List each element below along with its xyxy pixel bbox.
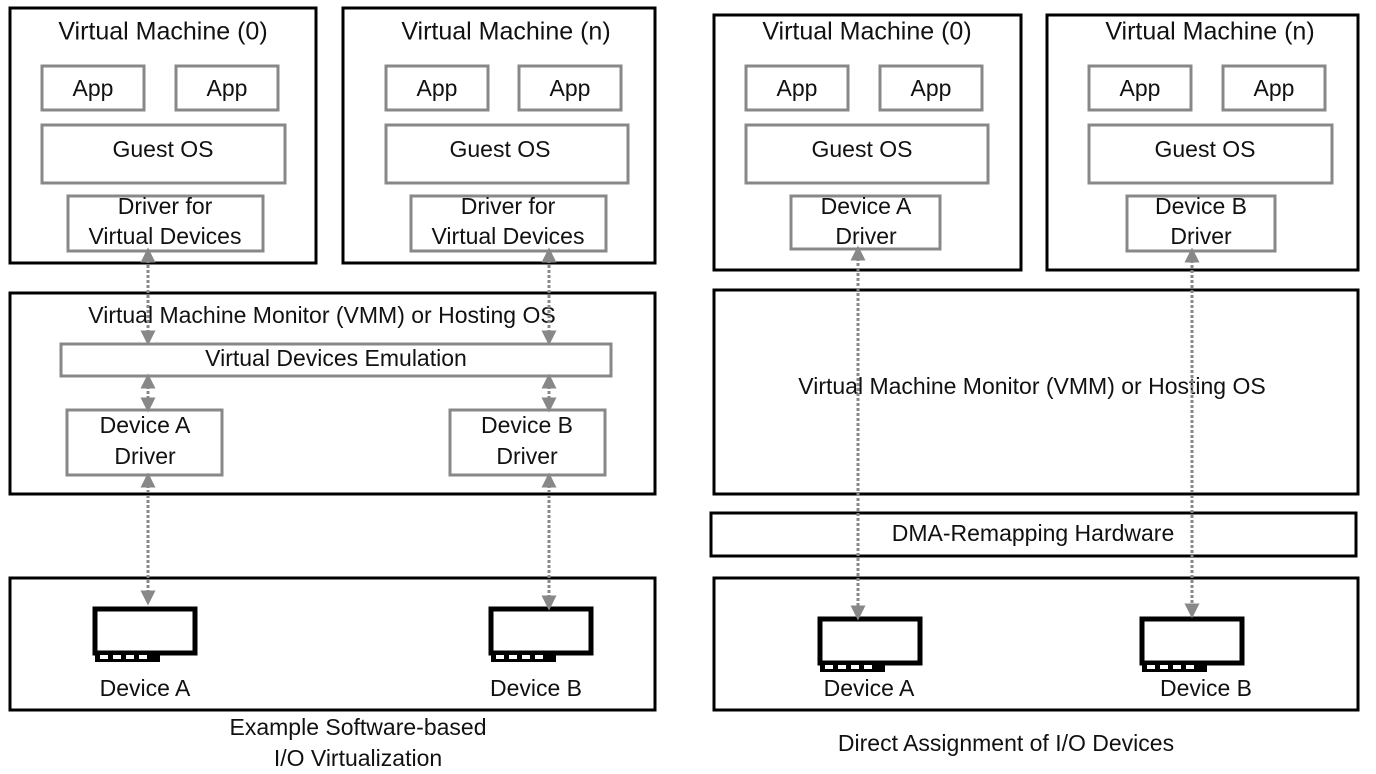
device-label: Device B [1160,675,1252,701]
caption: Example Software-based [230,714,487,740]
driver-label: Device A [100,412,191,438]
left-software-io-virtualization: Virtual Machine (0) App App Guest OS Dri… [8,6,657,771]
right-vmm: Virtual Machine Monitor (VMM) or Hosting… [712,288,1360,496]
app-box: App [73,75,114,101]
dma-remapping: DMA-Remapping Hardware [709,511,1358,558]
right-vmn: Virtual Machine (n) App App Guest OS Dev… [1045,13,1360,272]
app-box: App [911,75,952,101]
driver-label: Device B [1155,193,1247,219]
driver-label: Driver for [461,193,556,219]
right-direct-assignment: Virtual Machine (0) App App Guest OS Dev… [709,13,1360,756]
io-virtualization-diagram: Virtual Machine (0) App App Guest OS Dri… [8,6,1360,771]
caption: Direct Assignment of I/O Devices [838,730,1174,756]
vmm-title: Virtual Machine Monitor (VMM) or Hosting… [88,302,555,328]
driver-label: Driver for [118,193,213,219]
guest-os-box: Guest OS [1155,136,1256,162]
guest-os-box: Guest OS [113,136,214,162]
guest-os-box: Guest OS [812,136,913,162]
vm-title: Virtual Machine (n) [1105,18,1314,46]
left-vmm: Virtual Machine Monitor (VMM) or Hosting… [8,291,657,496]
device-label: Device A [100,675,191,701]
right-hardware: Device A Device B [712,576,1360,712]
app-box: App [1120,75,1161,101]
driver-label: Driver [835,223,897,249]
driver-label: Driver [114,443,176,469]
vm-title: Virtual Machine (0) [762,18,971,46]
vm-title: Virtual Machine (n) [401,18,610,46]
left-vm0: Virtual Machine (0) App App Guest OS Dri… [8,6,318,265]
driver-label: Device B [481,412,573,438]
driver-label: Virtual Devices [89,223,242,249]
left-vmn: Virtual Machine (n) App App Guest OS Dri… [341,6,657,265]
dma-label: DMA-Remapping Hardware [892,520,1175,546]
driver-label: Driver [1170,223,1232,249]
driver-label: Driver [496,443,558,469]
app-box: App [1254,75,1295,101]
guest-os-box: Guest OS [450,136,551,162]
app-box: App [207,75,248,101]
caption: I/O Virtualization [274,745,442,771]
device-label: Device B [490,675,582,701]
vmm-title: Virtual Machine Monitor (VMM) or Hosting… [798,373,1265,399]
pci-card-icon [1142,619,1242,672]
vm-title: Virtual Machine (0) [58,18,267,46]
app-box: App [417,75,458,101]
driver-label: Device A [821,193,912,219]
left-hardware: Device A Device B [8,576,657,712]
right-vm0: Virtual Machine (0) App App Guest OS Dev… [712,13,1023,272]
pci-card-icon [491,609,591,662]
app-box: App [777,75,818,101]
device-label: Device A [824,675,915,701]
driver-label: Virtual Devices [432,223,585,249]
pci-card-icon [820,619,920,672]
emulation-box: Virtual Devices Emulation [205,345,467,371]
pci-card-icon [95,609,195,662]
app-box: App [550,75,591,101]
